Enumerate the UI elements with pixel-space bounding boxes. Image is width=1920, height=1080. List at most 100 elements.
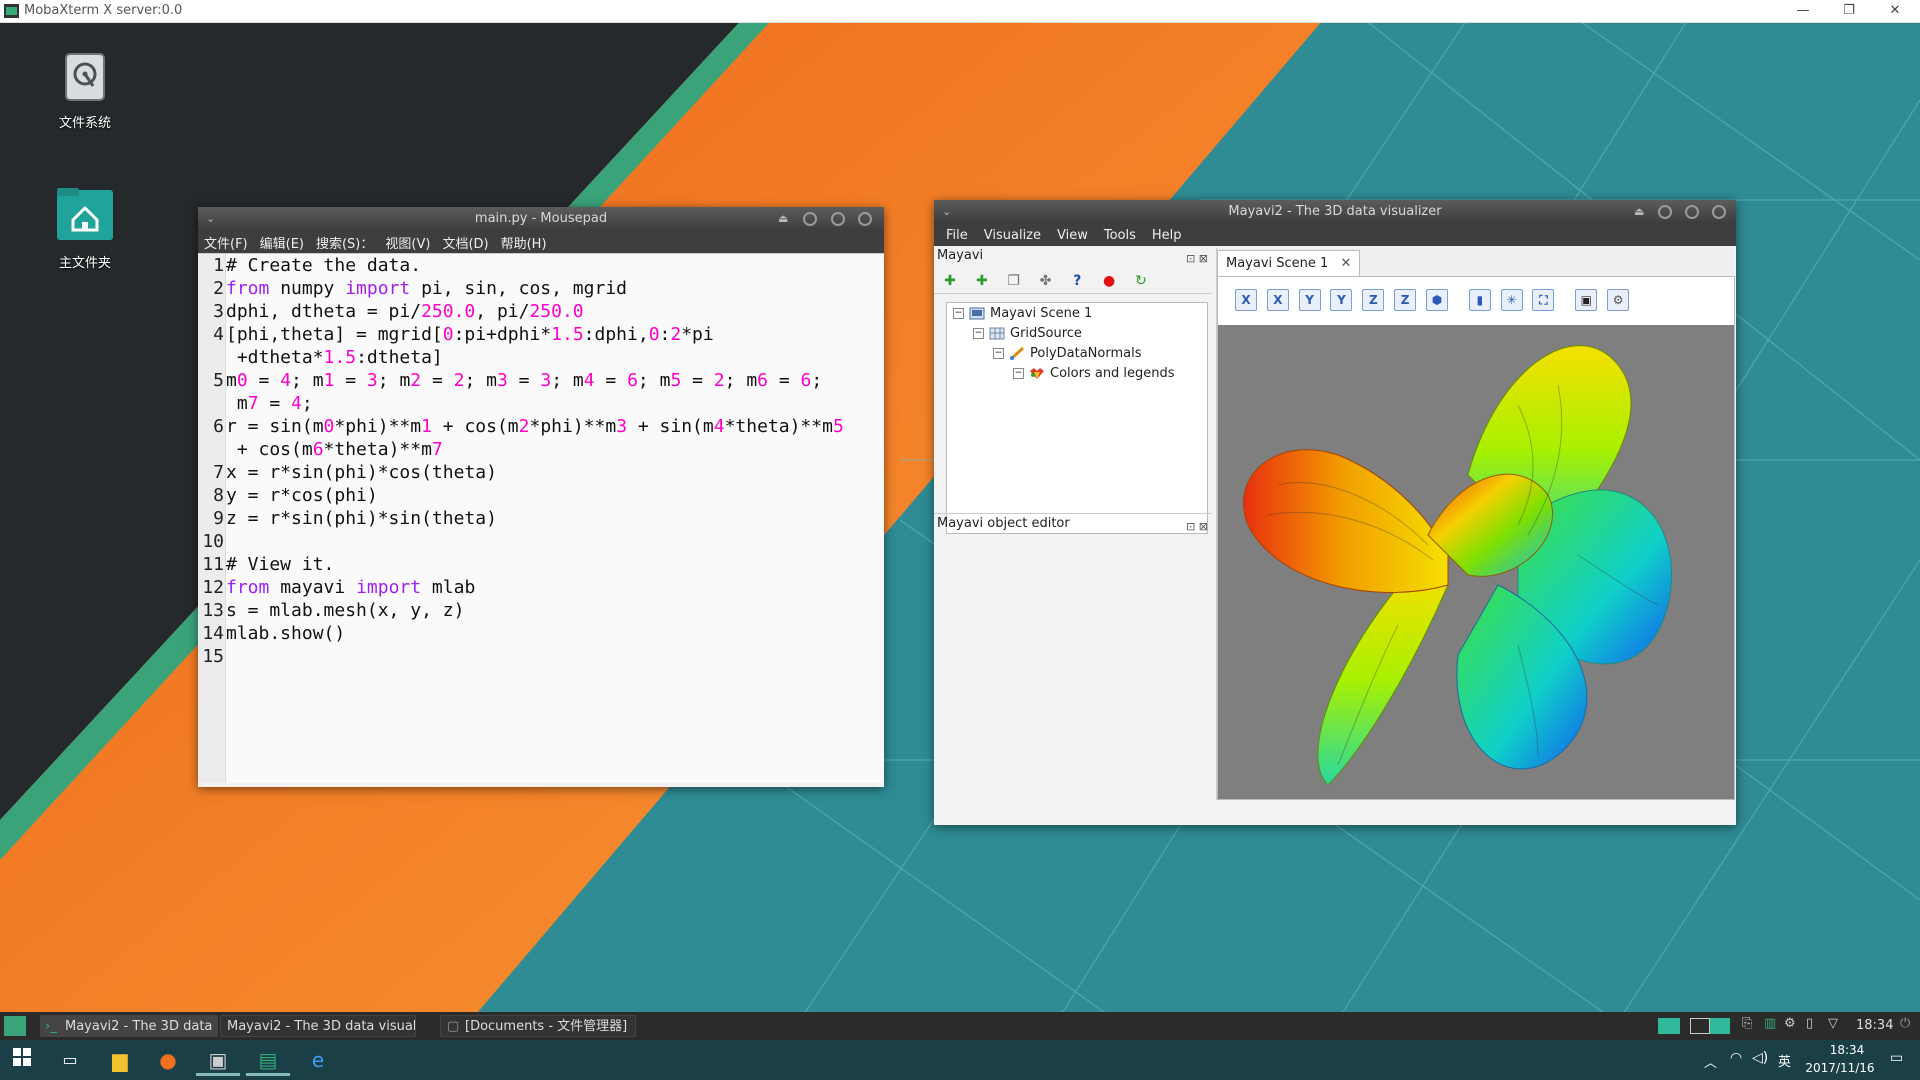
code-line[interactable]: 15: [198, 645, 226, 668]
close-button[interactable]: [858, 212, 872, 226]
notification-icon[interactable]: ▭: [1890, 1050, 1903, 1066]
code-line[interactable]: 9z = r*sin(phi)*sin(theta): [198, 507, 497, 530]
menu-view[interactable]: 视图(V): [385, 233, 430, 252]
menu-help[interactable]: Help: [1152, 228, 1182, 243]
menu-search[interactable]: 搜索(S)：: [316, 233, 373, 252]
task-item-mayavi-1[interactable]: ›_ Mayavi2 - The 3D data visi: [40, 1015, 218, 1037]
maximize-button[interactable]: [831, 212, 845, 226]
scene-tab[interactable]: Mayavi Scene 1 ✕: [1217, 250, 1361, 276]
xfce-menu-icon[interactable]: [4, 1016, 26, 1036]
view-y-negative-icon[interactable]: Y: [1330, 289, 1353, 311]
desktop-icon-filesystem[interactable]: 文件系统: [25, 52, 145, 131]
menu-file[interactable]: 文件(F): [204, 233, 248, 252]
file-explorer-icon[interactable]: ▆: [98, 1044, 142, 1076]
collapse-icon[interactable]: −: [1013, 368, 1024, 379]
close-icon[interactable]: ✕: [1340, 256, 1351, 271]
add-module-icon[interactable]: ✤: [1034, 270, 1056, 292]
close-button[interactable]: [1712, 205, 1726, 219]
mayavi-titlebar[interactable]: ⌄ Mayavi2 - The 3D data visualizer ⏏: [934, 200, 1736, 224]
code-line[interactable]: +dtheta*1.5:dtheta]: [198, 346, 443, 369]
tree-node-polydatanormals[interactable]: − PolyDataNormals: [993, 345, 1141, 363]
menu-view[interactable]: View: [1057, 228, 1088, 243]
menu-visualize[interactable]: Visualize: [984, 228, 1041, 243]
add-scene-icon[interactable]: ✚: [939, 270, 961, 292]
view-z-negative-icon[interactable]: Z: [1394, 289, 1417, 311]
code-line[interactable]: 11 # View it.: [198, 553, 334, 576]
shade-icon[interactable]: ⏏: [778, 207, 788, 231]
view-y-positive-icon[interactable]: Y: [1298, 289, 1321, 311]
menu-tools[interactable]: Tools: [1104, 228, 1136, 243]
fullscreen-icon[interactable]: ⛶: [1532, 289, 1555, 311]
logout-icon[interactable]: ⏻: [1900, 1016, 1910, 1031]
collapse-icon[interactable]: −: [973, 328, 984, 339]
clipboard-icon[interactable]: ⎘: [1742, 1016, 1752, 1031]
add-source-icon[interactable]: ✚: [971, 270, 993, 292]
code-line[interactable]: 8y = r*cos(phi): [198, 484, 378, 507]
network-icon[interactable]: ▥: [1764, 1016, 1776, 1031]
mobaxterm-taskbar-icon[interactable]: ▣: [196, 1044, 240, 1076]
view-x-negative-icon[interactable]: X: [1266, 289, 1289, 311]
code-line[interactable]: 5 m0 = 4; m1 = 3; m2 = 2; m3 = 3; m4 = 6;…: [198, 369, 822, 392]
panel-float-close-buttons[interactable]: ⊡ ⊠: [1186, 517, 1208, 537]
workspace-3-icon[interactable]: [1710, 1018, 1730, 1034]
task-item-mayavi-2[interactable]: Mayavi2 - The 3D data visualizer: [220, 1015, 416, 1037]
code-line[interactable]: + cos(m6*theta)**m7: [198, 438, 443, 461]
code-line[interactable]: 7x = r*sin(phi)*cos(theta): [198, 461, 497, 484]
windows-start-icon[interactable]: [0, 1044, 44, 1076]
code-editor[interactable]: 1 # Create the data. 2 from numpy import pi…: [198, 253, 884, 783]
tree-node-gridsource[interactable]: − GridSource: [973, 325, 1082, 343]
code-line[interactable]: 3 dphi, dtheta = pi/250.0, pi/250.0: [198, 300, 583, 323]
firefox-icon[interactable]: ●: [146, 1044, 190, 1076]
view-z-positive-icon[interactable]: Z: [1362, 289, 1385, 311]
code-line[interactable]: 4 [phi,theta] = mgrid[0:pi+dphi*1.5:dphi,…: [198, 323, 714, 346]
chevron-down-icon[interactable]: ⌄: [206, 207, 215, 231]
workspace-1-icon[interactable]: [1658, 1018, 1680, 1034]
tree-node-colors-legends[interactable]: − Colors and legends: [1013, 365, 1175, 383]
add-filter-icon[interactable]: ❐: [1003, 270, 1025, 292]
parallel-projection-icon[interactable]: ▮: [1468, 289, 1491, 311]
code-line[interactable]: 2 from numpy import pi, sin, cos, mgrid: [198, 277, 627, 300]
close-button[interactable]: ✕: [1872, 0, 1918, 22]
menu-help[interactable]: 帮助(H): [501, 233, 547, 252]
wifi-icon[interactable]: ▽: [1828, 1016, 1838, 1031]
minimize-button[interactable]: —: [1780, 0, 1826, 22]
input-method-indicator[interactable]: 英: [1778, 1051, 1791, 1070]
code-line[interactable]: 13 s = mlab.mesh(x, y, z): [198, 599, 464, 622]
save-icon[interactable]: ▣: [1575, 289, 1598, 311]
chevron-down-icon[interactable]: ⌄: [942, 200, 951, 224]
task-view-icon[interactable]: ▭: [48, 1044, 92, 1076]
task-item-documents[interactable]: ▢ [Documents - 文件管理器]: [440, 1015, 636, 1037]
internet-explorer-icon[interactable]: e: [296, 1044, 340, 1076]
taskbar-time[interactable]: 18:34: [1812, 1043, 1882, 1057]
editor-titlebar[interactable]: ⌄ main.py - Mousepad ⏏: [198, 207, 884, 231]
shade-icon[interactable]: ⏏: [1634, 200, 1644, 224]
menu-document[interactable]: 文档(D): [442, 233, 488, 252]
taskbar-date[interactable]: 2017/11/16: [1798, 1061, 1882, 1075]
code-line[interactable]: 6r = sin(m0*phi)**m1 + cos(m2*phi)**m3 +…: [198, 415, 844, 438]
record-icon[interactable]: ●: [1098, 270, 1120, 292]
refresh-icon[interactable]: ↻: [1130, 270, 1152, 292]
configure-icon[interactable]: ⚙: [1607, 289, 1630, 311]
tray-overflow-icon[interactable]: ︿: [1704, 1052, 1717, 1071]
restore-button[interactable]: ❐: [1826, 0, 1872, 22]
minimize-button[interactable]: [803, 212, 817, 226]
collapse-icon[interactable]: −: [993, 348, 1004, 359]
desktop-icon-home[interactable]: 主文件夹: [25, 186, 145, 271]
render-viewport[interactable]: [1218, 325, 1734, 799]
xserver-taskbar-icon[interactable]: ▤: [246, 1044, 290, 1076]
view-x-positive-icon[interactable]: X: [1235, 289, 1257, 311]
volume-icon[interactable]: ◁): [1752, 1050, 1768, 1066]
tree-node-scene[interactable]: − Mayavi Scene 1: [953, 305, 1092, 323]
maximize-button[interactable]: [1685, 205, 1699, 219]
minimize-button[interactable]: [1658, 205, 1672, 219]
collapse-icon[interactable]: −: [953, 308, 964, 319]
axes-indicator-icon[interactable]: ✳: [1500, 289, 1523, 311]
workspace-2-icon[interactable]: [1690, 1018, 1710, 1034]
menu-edit[interactable]: 编辑(E): [260, 233, 304, 252]
wifi-icon[interactable]: ◠: [1730, 1050, 1742, 1066]
panel-float-close-buttons[interactable]: ⊡ ⊠: [1186, 249, 1208, 269]
battery-icon[interactable]: ▯: [1806, 1016, 1813, 1031]
help-icon[interactable]: ?: [1066, 270, 1088, 292]
code-line[interactable]: 10: [198, 530, 226, 553]
menu-file[interactable]: File: [946, 228, 968, 243]
